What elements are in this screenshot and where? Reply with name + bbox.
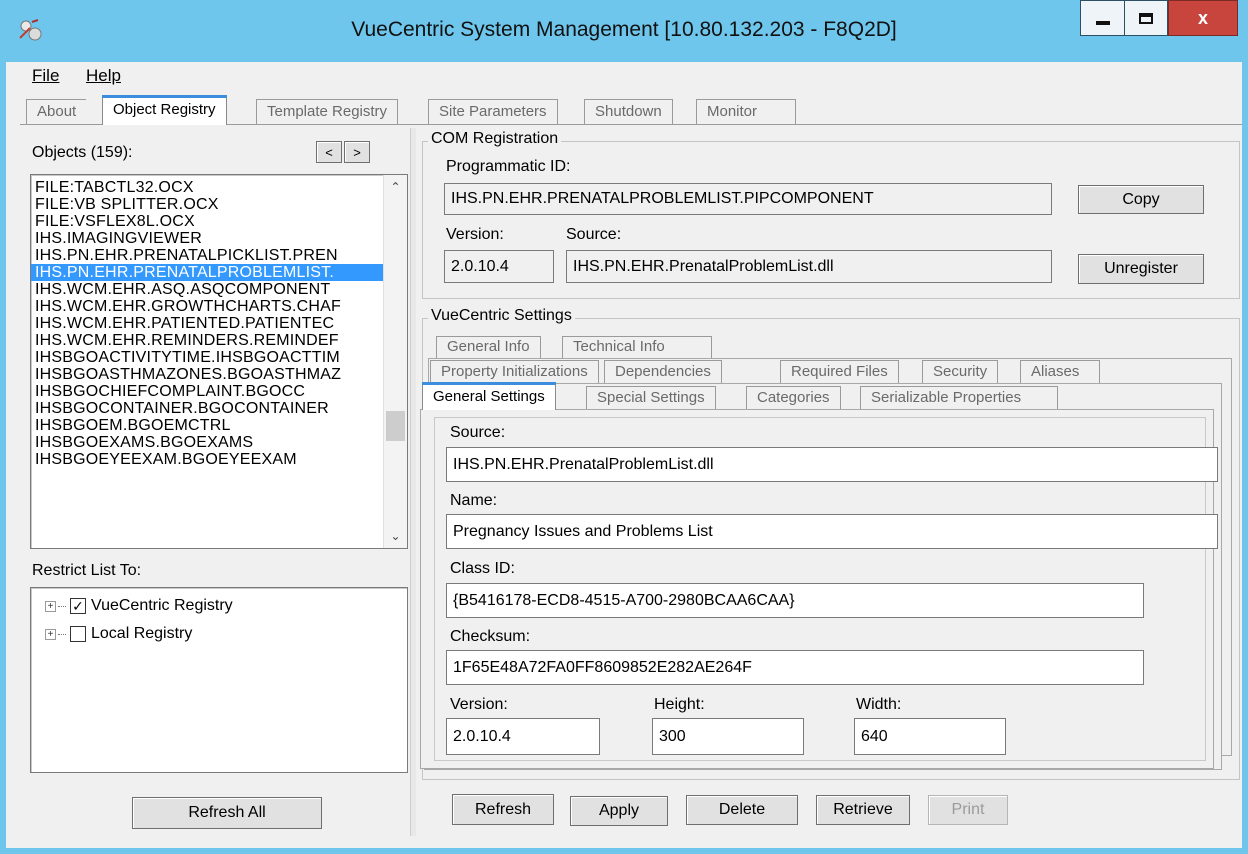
vc-name-label: Name: xyxy=(450,492,498,509)
tab-categories[interactable]: Categories xyxy=(746,386,841,409)
vuecentric-settings-title: VueCentric Settings xyxy=(428,307,575,325)
com-source-label: Source: xyxy=(566,226,622,243)
list-item[interactable]: IHSBGOACTIVITYTIME.IHSBGOACTTIM xyxy=(31,349,383,366)
chevron-left-icon: < xyxy=(325,144,333,160)
tab-required-files[interactable]: Required Files xyxy=(780,360,899,383)
height-field[interactable]: 300 xyxy=(652,718,804,755)
print-button[interactable]: Print xyxy=(928,795,1008,825)
list-item[interactable]: IHS.WCM.EHR.ASQ.ASQCOMPONENT xyxy=(31,281,383,298)
delete-button[interactable]: Delete xyxy=(686,795,798,825)
tab-monitor[interactable]: Monitor xyxy=(696,99,796,125)
scroll-up-icon[interactable]: ⌃ xyxy=(384,177,407,197)
tab-aliases[interactable]: Aliases xyxy=(1020,360,1100,383)
vc-source-field[interactable]: IHS.PN.EHR.PrenatalProblemList.dll xyxy=(446,447,1218,482)
class-id-field[interactable]: {B5416178-ECD8-4515-A700-2980BCAA6CAA} xyxy=(446,583,1144,618)
com-source-field[interactable]: IHS.PN.EHR.PrenatalProblemList.dll xyxy=(566,250,1052,283)
window-title: VueCentric System Management [10.80.132.… xyxy=(351,18,897,41)
tab-general-info[interactable]: General Info xyxy=(436,336,541,358)
app-window: VueCentric System Management [10.80.132.… xyxy=(0,0,1248,854)
tree-item-local-registry[interactable]: + Local Registry xyxy=(45,624,192,644)
panel-splitter[interactable] xyxy=(410,128,416,836)
menu-bar: File Help xyxy=(6,62,1242,88)
tree-item-vuecentric-registry[interactable]: + ✓ VueCentric Registry xyxy=(45,596,233,616)
list-item[interactable]: IHSBGOCHIEFCOMPLAINT.BGOCC xyxy=(31,383,383,400)
tab-shutdown[interactable]: Shutdown xyxy=(584,99,673,125)
tab-template-registry[interactable]: Template Registry xyxy=(256,99,399,125)
vc-source-label: Source: xyxy=(450,424,506,441)
width-field[interactable]: 640 xyxy=(854,718,1006,755)
copy-button[interactable]: Copy xyxy=(1078,185,1204,214)
objects-count-label: Objects (159): xyxy=(32,144,133,161)
list-item[interactable]: IHS.WCM.EHR.GROWTHCHARTS.CHAF xyxy=(31,298,383,315)
list-item[interactable]: IHSBGOASTHMAZONES.BGOASTHMAZ xyxy=(31,366,383,383)
programmatic-id-field[interactable]: IHS.PN.EHR.PRENATALPROBLEMLIST.PIPCOMPON… xyxy=(444,183,1052,215)
checksum-field[interactable]: 1F65E48A72FA0FF8609852E282AE264F xyxy=(446,650,1144,685)
checksum-label: Checksum: xyxy=(450,628,531,645)
list-item[interactable]: IHS.PN.EHR.PRENATALPROBLEMLIST. xyxy=(31,264,383,281)
checkmark-icon: ✓ xyxy=(72,597,84,614)
restrict-tree: + ✓ VueCentric Registry + Local Registry xyxy=(30,587,408,773)
vc-name-field[interactable]: Pregnancy Issues and Problems List xyxy=(446,514,1218,549)
menu-file[interactable]: File xyxy=(32,66,59,86)
scroll-down-icon[interactable]: ⌄ xyxy=(384,526,407,546)
list-item[interactable]: IHSBGOEYEEXAM.BGOEYEEXAM xyxy=(31,451,383,468)
list-item[interactable]: FILE:TABCTL32.OCX xyxy=(31,179,383,196)
list-item[interactable]: IHS.IMAGINGVIEWER xyxy=(31,230,383,247)
unregister-button[interactable]: Unregister xyxy=(1078,254,1204,284)
tab-technical-info[interactable]: Technical Info xyxy=(562,336,712,358)
chevron-right-icon: > xyxy=(353,144,361,160)
com-registration-title: COM Registration xyxy=(428,130,562,148)
list-item[interactable]: IHSBGOEXAMS.BGOEXAMS xyxy=(31,434,383,451)
maximize-icon xyxy=(1139,12,1153,24)
retrieve-button[interactable]: Retrieve xyxy=(816,795,910,825)
vuecentric-registry-checkbox[interactable]: ✓ xyxy=(70,598,86,614)
maximize-button[interactable] xyxy=(1124,0,1168,36)
tab-dependencies[interactable]: Dependencies xyxy=(604,360,722,383)
programmatic-id-label: Programmatic ID: xyxy=(446,158,571,175)
objects-list[interactable]: FILE:TABCTL32.OCX FILE:VB SPLITTER.OCX FIL… xyxy=(30,174,408,549)
refresh-button[interactable]: Refresh xyxy=(452,794,554,825)
tab-site-parameters[interactable]: Site Parameters xyxy=(428,99,558,125)
title-bar[interactable]: VueCentric System Management [10.80.132.… xyxy=(0,0,1248,62)
tab-general-settings[interactable]: General Settings xyxy=(422,382,556,410)
objects-scrollbar[interactable]: ⌃ ⌄ xyxy=(383,175,407,548)
tab-object-registry[interactable]: Object Registry xyxy=(102,95,227,125)
list-item[interactable]: IHSBGOEM.BGOEMCTRL xyxy=(31,417,383,434)
close-icon: x xyxy=(1197,7,1208,28)
expand-icon[interactable]: + xyxy=(45,600,56,612)
minimize-icon xyxy=(1095,21,1110,25)
vc-version-field[interactable]: 2.0.10.4 xyxy=(446,718,600,755)
list-item[interactable]: IHS.PN.EHR.PRENATALPICKLIST.PREN xyxy=(31,247,383,264)
expand-icon[interactable]: + xyxy=(45,628,56,640)
tab-security[interactable]: Security xyxy=(922,360,999,383)
minimize-button[interactable] xyxy=(1080,0,1124,36)
width-label: Width: xyxy=(856,696,902,713)
tab-special-settings[interactable]: Special Settings xyxy=(586,386,716,409)
tab-property-initializations[interactable]: Property Initializations xyxy=(430,360,599,383)
apply-button[interactable]: Apply xyxy=(570,796,668,826)
prev-object-button[interactable]: < xyxy=(316,141,342,163)
next-object-button[interactable]: > xyxy=(344,141,370,163)
refresh-all-button[interactable]: Refresh All xyxy=(132,797,322,829)
list-item[interactable]: FILE:VSFLEX8L.OCX xyxy=(31,213,383,230)
close-button[interactable]: x xyxy=(1168,0,1238,36)
restrict-list-label: Restrict List To: xyxy=(32,562,142,579)
menu-help[interactable]: Help xyxy=(86,66,121,86)
com-version-field[interactable]: 2.0.10.4 xyxy=(444,250,554,283)
list-item[interactable]: FILE:VB SPLITTER.OCX xyxy=(31,196,383,213)
list-item[interactable]: IHSBGOCONTAINER.BGOCONTAINER xyxy=(31,400,383,417)
com-version-label: Version: xyxy=(446,226,504,243)
scroll-thumb[interactable] xyxy=(386,411,405,441)
tab-serializable-properties[interactable]: Serializable Properties xyxy=(860,386,1058,409)
vc-version-label: Version: xyxy=(450,696,508,713)
local-registry-checkbox[interactable] xyxy=(70,626,86,642)
list-item[interactable]: IHS.WCM.EHR.PATIENTED.PATIENTEC xyxy=(31,315,383,332)
class-id-label: Class ID: xyxy=(450,560,515,577)
tab-about[interactable]: About xyxy=(26,99,87,125)
objects-rows: FILE:TABCTL32.OCX FILE:VB SPLITTER.OCX FIL… xyxy=(31,179,383,468)
height-label: Height: xyxy=(654,696,705,713)
list-item[interactable]: IHS.WCM.EHR.REMINDERS.REMINDEF xyxy=(31,332,383,349)
